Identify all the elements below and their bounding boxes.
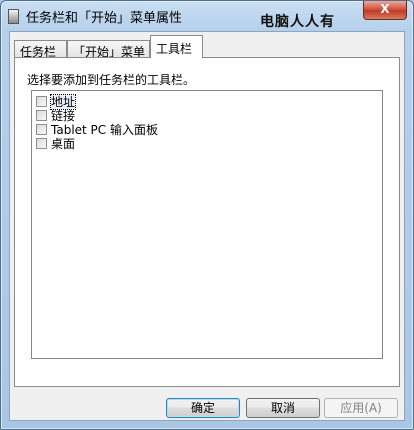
window-title: 任务栏和「开始」菜单属性 (26, 11, 183, 26)
list-item-links[interactable]: 链接 (36, 107, 75, 123)
taskbar-properties-icon (8, 9, 19, 24)
title-bar[interactable]: 任务栏和「开始」菜单属性 电脑人人有 X (1, 1, 413, 31)
checkbox[interactable] (36, 138, 47, 149)
list-item-tablet-pc[interactable]: Tablet PC 输入面板 (36, 121, 158, 137)
list-item-label: 桌面 (51, 137, 76, 151)
close-icon: X (380, 2, 390, 16)
list-item-address[interactable]: 地址 (36, 93, 77, 110)
apply-button[interactable]: 应用(A) (324, 398, 398, 418)
dialog-body: 任务栏 「开始」菜单 工具栏 选择要添加到任务栏的工具栏。 地址 链接 Tabl… (9, 31, 405, 421)
ok-button[interactable]: 确定 (166, 398, 240, 418)
toolbars-tab-panel: 选择要添加到任务栏的工具栏。 地址 链接 Tablet PC 输入面板 桌面 (14, 57, 400, 387)
watermark: 电脑人人有 (260, 14, 335, 30)
cancel-button[interactable]: 取消 (246, 398, 320, 418)
close-button[interactable]: X (363, 1, 407, 20)
dialog-window: 任务栏和「开始」菜单属性 电脑人人有 X 任务栏 「开始」菜单 工具栏 选择要添… (0, 0, 414, 430)
tab-label: 工具栏 (156, 42, 193, 56)
tab-toolbars[interactable]: 工具栏 (150, 35, 203, 58)
checkbox[interactable] (36, 110, 47, 121)
checkbox[interactable] (36, 96, 47, 107)
instruction-text: 选择要添加到任务栏的工具栏。 (27, 73, 196, 87)
list-item-desktop[interactable]: 桌面 (36, 135, 76, 151)
checkbox[interactable] (36, 124, 47, 135)
toolbar-list[interactable]: 地址 链接 Tablet PC 输入面板 桌面 (31, 90, 383, 359)
